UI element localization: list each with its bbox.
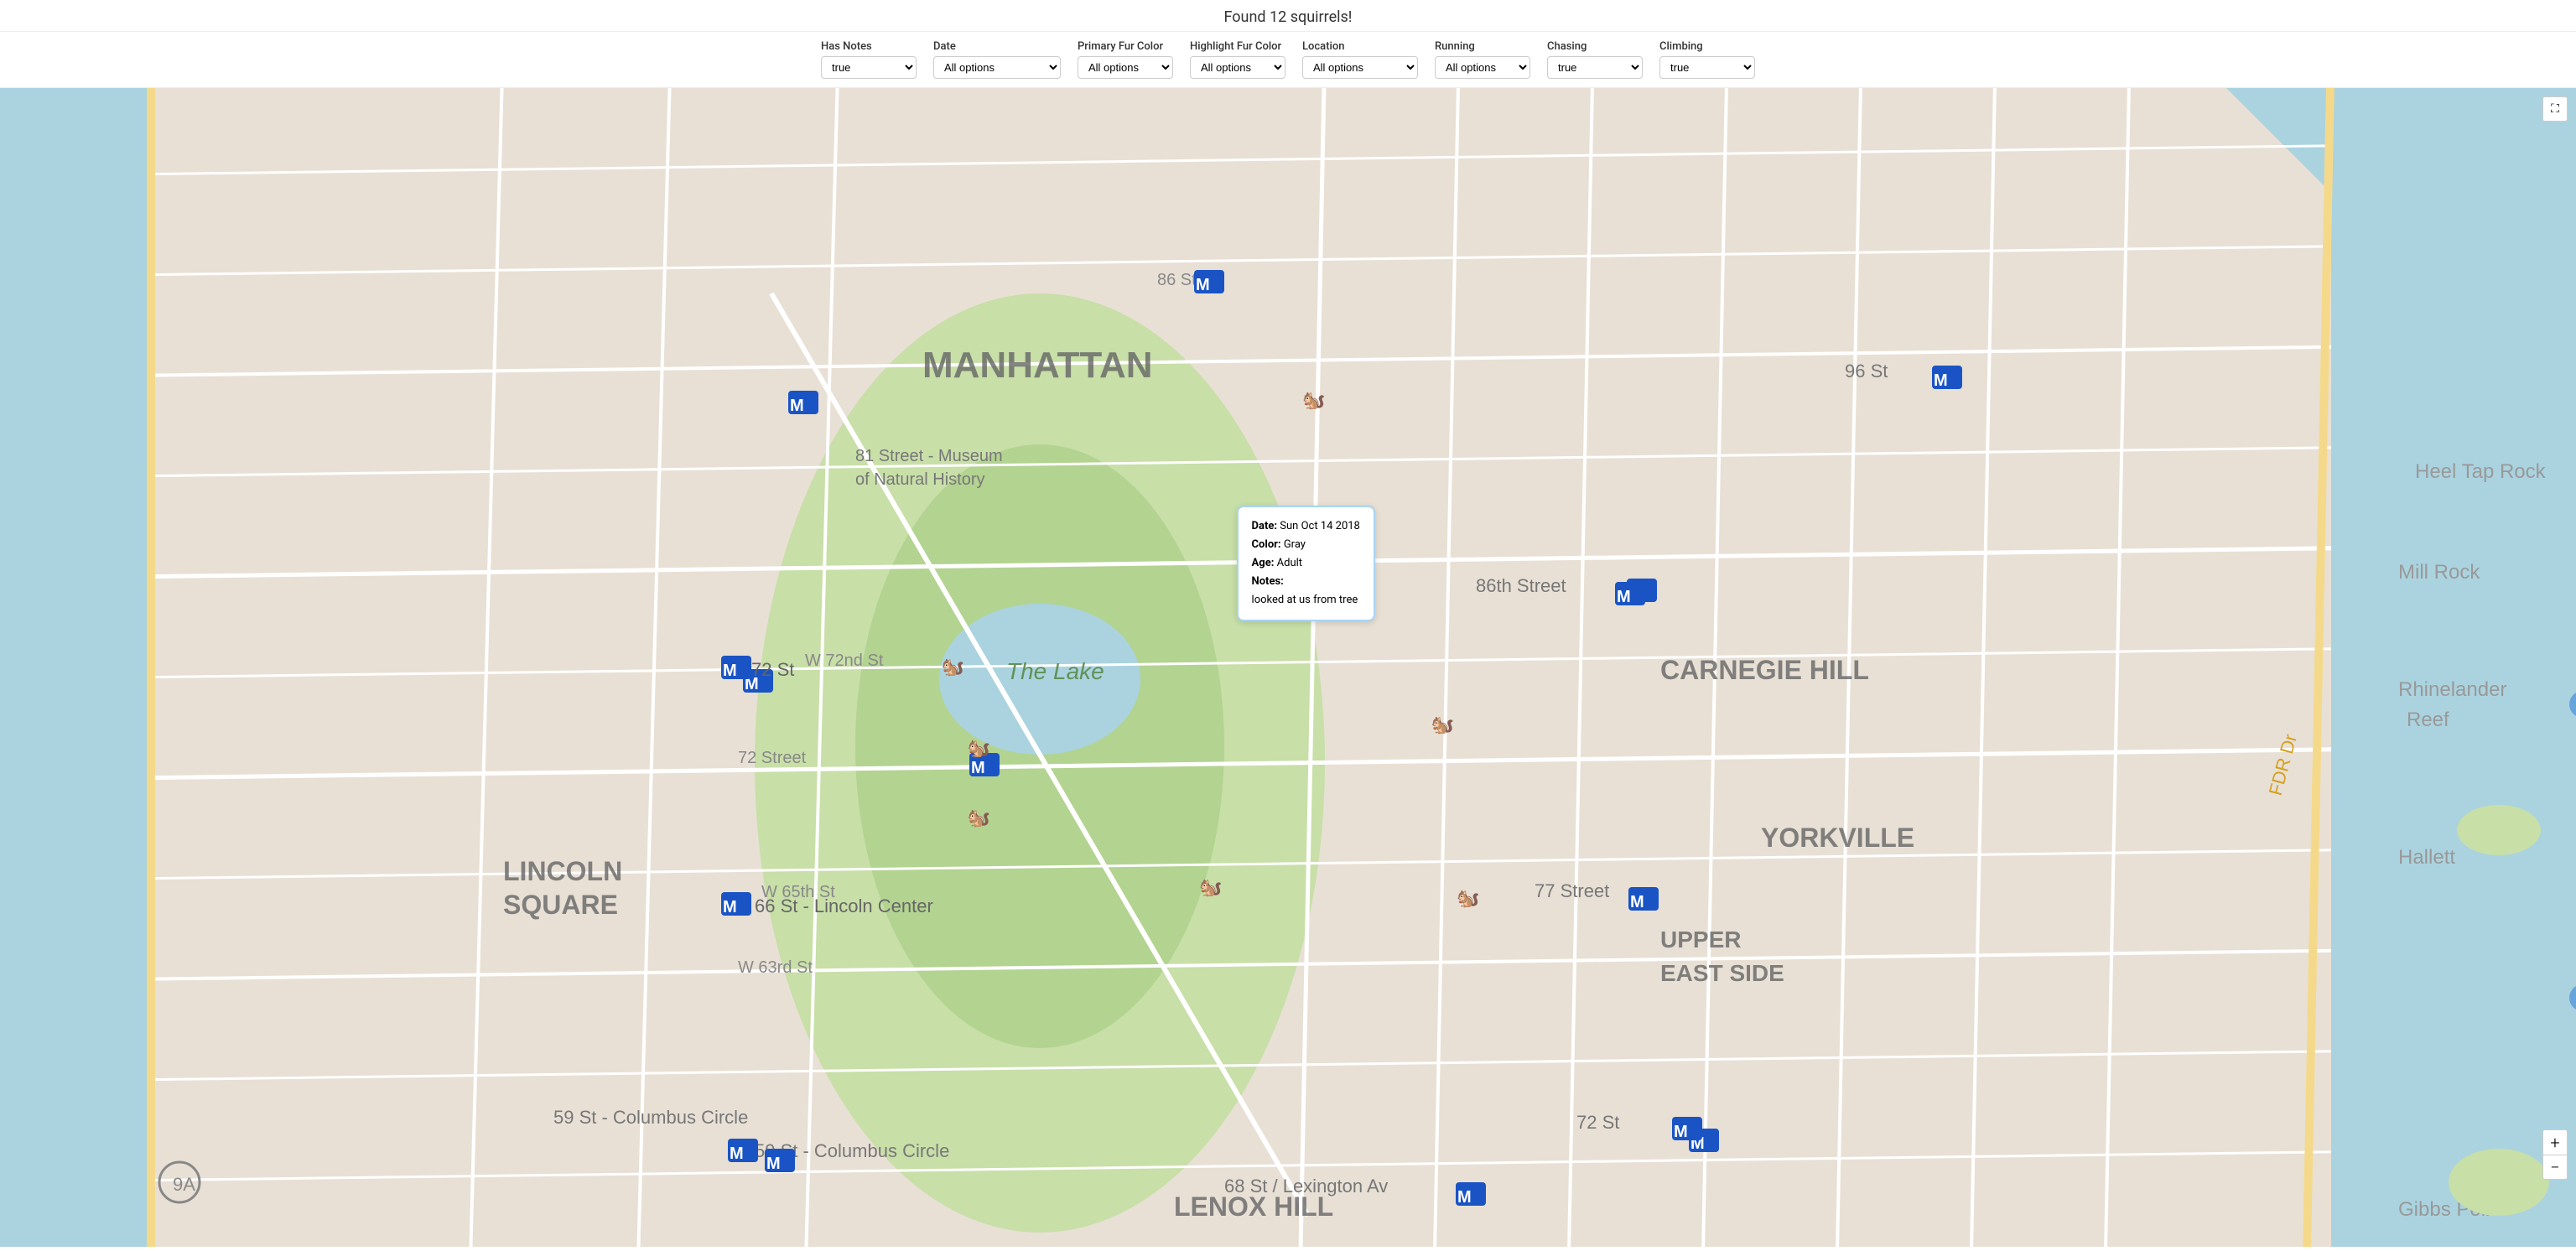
squirrel-marker-m4[interactable]: 🐿️ xyxy=(968,807,990,828)
svg-text:86th Street: 86th Street xyxy=(1476,575,1566,596)
popup-notes-label: Notes: xyxy=(1252,575,1284,588)
zoom-out-button[interactable]: − xyxy=(2542,1155,2568,1180)
filter-select-running[interactable]: All optionstruefalse xyxy=(1435,56,1530,79)
filter-group-has-notes: Has Notes truefalseAll options xyxy=(821,40,917,79)
squirrel-marker-m7[interactable]: 🐿️ xyxy=(1457,889,1479,910)
svg-text:M: M xyxy=(766,1155,781,1173)
zoom-in-button[interactable]: + xyxy=(2542,1129,2568,1155)
filter-select-date[interactable]: All optionsSun Oct 14 2018Sat Oct 6 2018 xyxy=(933,56,1061,79)
filter-group-climbing: Climbing truefalseAll options xyxy=(1659,40,1755,79)
svg-text:59 St - Columbus Circle: 59 St - Columbus Circle xyxy=(553,1107,748,1128)
map-container: MANHATTAN LINCOLN SQUARE CARNEGIE HILL Y… xyxy=(0,88,2576,1247)
svg-text:72 St: 72 St xyxy=(751,659,794,680)
svg-text:of Natural History: of Natural History xyxy=(855,470,985,489)
filter-select-primary-fur-color[interactable]: All optionsGrayCinnamonBlack xyxy=(1078,56,1173,79)
svg-text:72 Street: 72 Street xyxy=(738,749,807,767)
filter-label-highlight-fur-color: Highlight Fur Color xyxy=(1190,40,1281,53)
svg-text:M: M xyxy=(723,898,737,916)
popup-color-value: Gray xyxy=(1284,538,1306,551)
svg-text:81 Street - Museum: 81 Street - Museum xyxy=(855,447,1003,465)
filter-label-has-notes: Has Notes xyxy=(821,40,872,53)
svg-text:M: M xyxy=(1630,893,1644,911)
page-header: Found 12 squirrels! xyxy=(0,0,2576,32)
filter-select-has-notes[interactable]: truefalseAll options xyxy=(821,56,917,79)
svg-text:UPPER: UPPER xyxy=(1660,927,1741,953)
svg-text:68 St / Lexington Av: 68 St / Lexington Av xyxy=(1224,1176,1388,1196)
svg-text:86 St: 86 St xyxy=(1157,271,1197,289)
svg-text:9A: 9A xyxy=(173,1174,195,1195)
squirrel-marker-m2[interactable]: 🐿️ xyxy=(942,657,964,678)
svg-text:Rhinelander: Rhinelander xyxy=(2398,678,2506,701)
svg-text:Hallett: Hallett xyxy=(2398,846,2455,869)
filter-label-chasing: Chasing xyxy=(1547,40,1587,53)
svg-text:M: M xyxy=(730,1145,744,1163)
squirrel-marker-m6[interactable]: 🐿️ xyxy=(1431,715,1454,736)
svg-text:96 St: 96 St xyxy=(1845,361,1888,382)
svg-text:M: M xyxy=(1457,1188,1472,1207)
svg-text:LINCOLN: LINCOLN xyxy=(503,856,622,886)
svg-text:M: M xyxy=(1617,588,1631,606)
filter-select-chasing[interactable]: truefalseAll options xyxy=(1547,56,1643,79)
svg-text:Heel Tap Rock: Heel Tap Rock xyxy=(2415,460,2547,483)
svg-text:M: M xyxy=(1934,371,1948,390)
svg-text:Reef: Reef xyxy=(2407,709,2449,731)
squirrel-marker-m5[interactable]: 🐿️ xyxy=(1199,877,1222,898)
zoom-controls: + − xyxy=(2542,1129,2568,1180)
popup-age-label: Age: xyxy=(1252,557,1275,569)
svg-text:77 Street: 77 Street xyxy=(1535,880,1609,901)
svg-text:M: M xyxy=(723,662,737,680)
filter-select-highlight-fur-color[interactable]: All optionsWhiteGrayCinnamon xyxy=(1190,56,1285,79)
svg-text:M: M xyxy=(1674,1123,1688,1141)
squirrel-popup: Date: Sun Oct 14 2018 Color: Gray Age: A… xyxy=(1237,506,1375,621)
svg-text:66 St - Lincoln Center: 66 St - Lincoln Center xyxy=(755,895,933,916)
squirrel-marker-m3[interactable]: 🐿️ xyxy=(968,738,990,759)
zoom-out-icon: − xyxy=(2550,1159,2559,1176)
filter-group-location: Location All optionsGround PlaneAbove Gro… xyxy=(1302,40,1418,79)
svg-text:MANHATTAN: MANHATTAN xyxy=(922,345,1153,386)
filter-label-running: Running xyxy=(1435,40,1475,53)
fullscreen-icon: ⛶ xyxy=(2551,102,2559,116)
popup-date-label: Date: xyxy=(1252,520,1278,532)
filter-label-location: Location xyxy=(1302,40,1344,53)
result-count: Found 12 squirrels! xyxy=(1224,8,1353,26)
map-background: MANHATTAN LINCOLN SQUARE CARNEGIE HILL Y… xyxy=(0,88,2576,1247)
svg-text:W 72nd St: W 72nd St xyxy=(805,651,884,670)
popup-notes-value: looked at us from tree xyxy=(1252,594,1358,606)
filter-group-chasing: Chasing truefalseAll options xyxy=(1547,40,1643,79)
filters-bar: Has Notes truefalseAll options Date All opt… xyxy=(0,32,2576,88)
filter-select-location[interactable]: All optionsGround PlaneAbove Ground xyxy=(1302,56,1418,79)
filter-label-climbing: Climbing xyxy=(1659,40,1703,53)
fullscreen-button[interactable]: ⛶ xyxy=(2542,96,2568,122)
zoom-in-icon: + xyxy=(2550,1134,2559,1151)
svg-text:72 St: 72 St xyxy=(1576,1112,1619,1133)
filter-label-primary-fur-color: Primary Fur Color xyxy=(1078,40,1163,53)
filter-group-running: Running All optionstruefalse xyxy=(1435,40,1530,79)
svg-text:M: M xyxy=(1196,276,1210,294)
svg-text:Mill Rock: Mill Rock xyxy=(2398,561,2480,584)
svg-text:YORKVILLE: YORKVILLE xyxy=(1761,823,1914,853)
svg-text:M: M xyxy=(790,397,804,415)
squirrel-marker-m1[interactable]: 🐿️ xyxy=(1302,391,1325,412)
filter-group-date: Date All optionsSun Oct 14 2018Sat Oct 6 … xyxy=(933,40,1061,79)
svg-text:W 63rd St: W 63rd St xyxy=(738,958,813,977)
filter-label-date: Date xyxy=(933,40,956,53)
filter-select-climbing[interactable]: truefalseAll options xyxy=(1659,56,1755,79)
filter-group-highlight-fur-color: Highlight Fur Color All optionsWhiteGrayC… xyxy=(1190,40,1285,79)
svg-text:CARNEGIE HILL: CARNEGIE HILL xyxy=(1660,655,1869,685)
svg-text:The Lake: The Lake xyxy=(1006,658,1104,684)
svg-text:M: M xyxy=(971,759,985,777)
popup-age-value: Adult xyxy=(1277,557,1302,569)
popup-date-value: Sun Oct 14 2018 xyxy=(1280,520,1360,532)
filter-group-primary-fur-color: Primary Fur Color All optionsGrayCinnamon… xyxy=(1078,40,1173,79)
svg-text:SQUARE: SQUARE xyxy=(503,890,618,920)
popup-color-label: Color: xyxy=(1252,538,1281,551)
svg-text:EAST SIDE: EAST SIDE xyxy=(1660,960,1784,986)
